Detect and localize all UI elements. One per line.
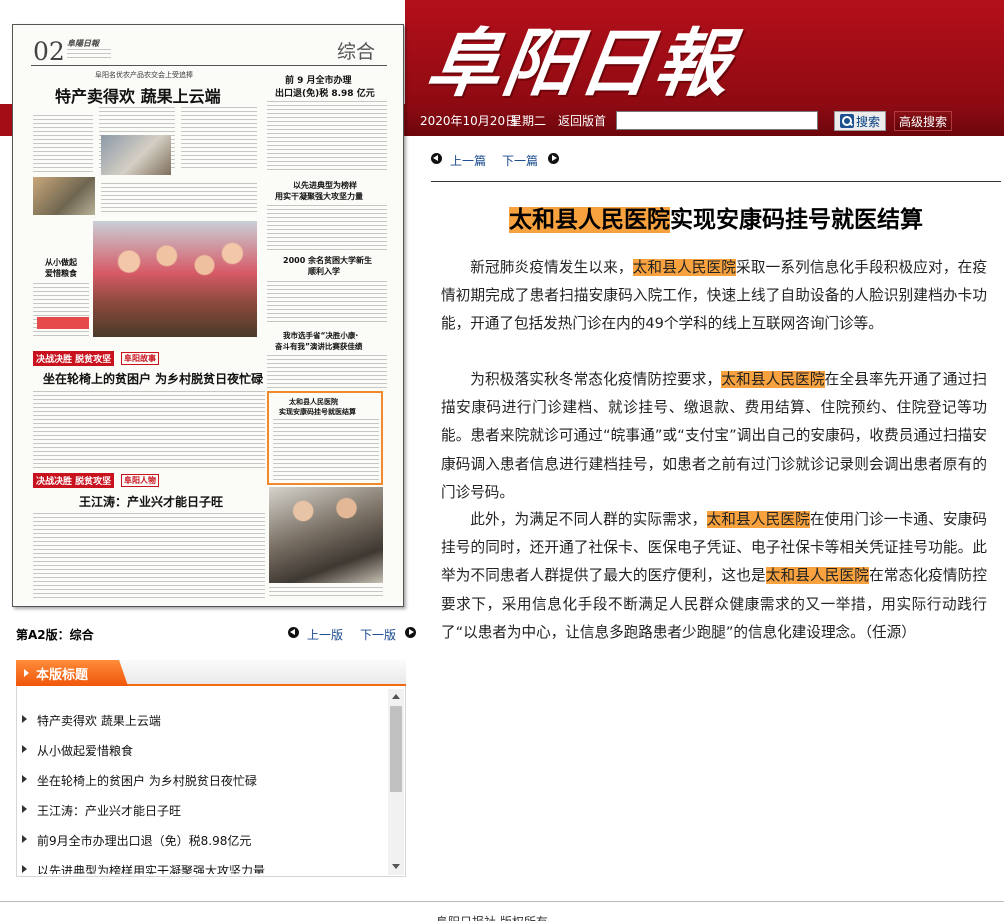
headline-item[interactable]: 以先进典型为榜样用实干凝聚强大攻坚力量 [22, 862, 265, 874]
advanced-search-button[interactable]: 高级搜索 [894, 111, 952, 131]
thumb-headline-3a: 以先进典型为榜样 [293, 181, 357, 190]
keyword-highlight: 太和县人民医院 [706, 511, 810, 528]
search-button-label: 搜索 [855, 114, 880, 129]
thumb-headline-4b: 顺利入学 [308, 267, 340, 276]
title-rest: 实现安康码挂号就医结算 [670, 207, 923, 233]
thumb-headline-7: 王江涛：产业兴才能日子旺 [79, 495, 224, 509]
prev-article-link[interactable]: 上一篇 [450, 152, 486, 169]
article-divider [431, 181, 1001, 182]
back-to-front-page-link[interactable]: 返回版首 [558, 112, 606, 129]
thumb-side-head-b: 爱惜粮食 [45, 269, 77, 278]
thumb-red-label-1b: 阜阳故事 [121, 352, 159, 365]
article-title: 太和县人民医院实现安康码挂号就医结算 [431, 200, 1001, 234]
footer-divider [0, 901, 1004, 902]
thumb-kicker-1: 阜阳名优农产品农交会上受追捧 [95, 71, 193, 79]
thumb-side-head-a: 从小做起 [45, 258, 77, 267]
prev-article-icon[interactable] [431, 153, 442, 164]
issue-weekday: 星期二 [510, 114, 547, 128]
next-page-link[interactable]: 下一版 [360, 626, 396, 643]
title-highlight: 太和县人民医院 [509, 207, 670, 233]
keyword-highlight: 太和县人民医院 [632, 259, 737, 276]
newspaper-logo[interactable]: 阜阳日報 [420, 4, 739, 111]
thumb-box-title-a: 太和县人民医院 [289, 398, 338, 406]
thumb-headline-2a: 前 9 月全市办理 [285, 76, 352, 86]
thumb-red-label-1: 决战决胜 脱贫攻坚 [33, 351, 115, 366]
thumb-photo-children [93, 221, 257, 337]
keyword-highlight: 太和县人民医院 [721, 371, 825, 388]
thumb-photo-booth [101, 135, 171, 175]
issue-date: 2020年10月20日 [420, 114, 518, 128]
search-input[interactable] [616, 111, 818, 130]
thumb-section: 综合 [337, 41, 376, 63]
thumb-headline-2b: 出口退(免)税 8.98 亿元 [275, 89, 375, 99]
thumb-headline-5a: 我市选手省“决胜小康· [283, 331, 359, 340]
thumb-red-label-2: 决战决胜 脱贫攻坚 [33, 473, 115, 488]
prev-page-link[interactable]: 上一版 [307, 626, 343, 643]
headlines-panel-tab[interactable]: 本版标题 [16, 660, 128, 686]
thumb-headline-3b: 用实干凝聚强大攻坚力量 [275, 192, 363, 201]
article-paragraph-3: 此外，为满足不同人群的实际需求，太和县人民医院在使用门诊一卡通、安康码挂号的同时… [441, 511, 987, 641]
headlines-panel-title: 本版标题 [36, 667, 89, 683]
scroll-down-arrow-icon[interactable] [392, 864, 400, 869]
thumb-masthead: 阜陽日報 [67, 39, 99, 48]
newspaper-page-image[interactable]: 02 阜陽日報 综合 阜阳名优农产品农交会上受追捧 特产卖得欢 蔬果上云端 前 … [12, 24, 404, 607]
next-article-icon[interactable] [548, 153, 559, 164]
thumb-headline-1: 特产卖得欢 蔬果上云端 [55, 87, 221, 106]
thumb-headline-5b: 奋斗有我”演讲比赛获佳绩 [275, 342, 363, 351]
next-article-link[interactable]: 下一篇 [502, 152, 538, 169]
search-button[interactable]: 搜索 [834, 111, 886, 131]
headline-item[interactable]: 前9月全市办理出口退（免）税8.98亿元 [22, 832, 251, 849]
thumb-headline-4a: 2000 余名贫困大学新生 [283, 256, 373, 265]
headline-item[interactable]: 特产卖得欢 蔬果上云端 [22, 712, 161, 729]
headline-item[interactable]: 王江涛：产业兴才能日子旺 [22, 802, 181, 819]
tab-arrow-icon [24, 669, 29, 677]
thumb-red-badge [37, 317, 89, 329]
thumb-photo-people [269, 487, 383, 583]
headline-item[interactable]: 坐在轮椅上的贫困户 为乡村脱贫日夜忙碌 [22, 772, 257, 789]
current-page-label: 第A2版：综合 [16, 628, 94, 642]
article-paragraph-2: 为积极落实秋冬常态化疫情防控要求，太和县人民医院在全县率先开通了通过扫描安康码进… [441, 371, 987, 501]
thumb-headline-6: 坐在轮椅上的贫困户 为乡村脱贫日夜忙碌 [43, 372, 264, 386]
thumb-photo-produce [33, 177, 95, 215]
search-icon [839, 114, 854, 128]
thumb-red-label-2b: 阜阳人物 [121, 474, 159, 487]
next-page-icon[interactable] [405, 627, 416, 638]
headline-item[interactable]: 从小做起爱惜粮食 [22, 742, 133, 759]
article-paragraph-1: 新冠肺炎疫情发生以来，太和县人民医院采取一系列信息化手段积极应对，在疫情初期完成… [441, 259, 987, 333]
scroll-up-arrow-icon[interactable] [392, 694, 400, 699]
prev-page-icon[interactable] [288, 627, 299, 638]
thumb-box-title-b: 实现安康码挂号就医结算 [279, 408, 356, 416]
scrollbar-thumb[interactable] [390, 706, 402, 792]
keyword-highlight: 太和县人民医院 [765, 567, 870, 585]
footer-copyright: 阜阳日报社 版权所有 [436, 913, 548, 921]
thumb-page-number: 02 [33, 37, 65, 66]
